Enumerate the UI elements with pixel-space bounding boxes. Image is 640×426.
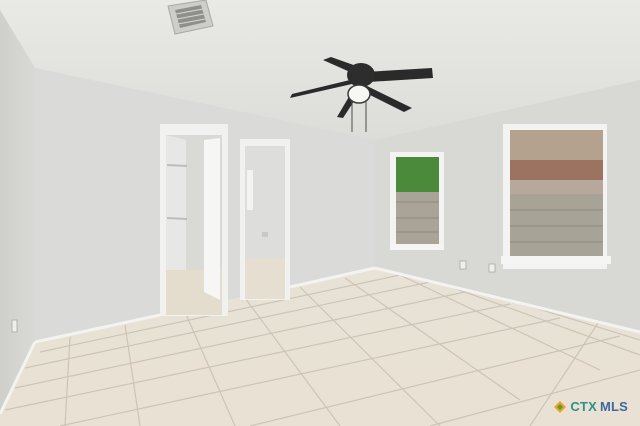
wall-outlet	[459, 260, 467, 270]
closet-doorway	[160, 124, 228, 316]
bedroom-photo: CTX MLS	[0, 0, 640, 426]
bathroom-doorway	[240, 139, 290, 300]
window-small	[390, 152, 444, 250]
room-illustration	[0, 0, 640, 426]
watermark-text-mls: MLS	[599, 399, 628, 414]
wall-outlet	[11, 319, 18, 333]
fan-light	[347, 84, 371, 104]
watermark-text-ctx: CTX	[570, 399, 597, 414]
fan-motor	[347, 63, 375, 87]
watermark: CTX MLS	[553, 399, 628, 414]
wall-outlet	[488, 263, 496, 273]
closet-door	[204, 138, 220, 300]
window-large	[501, 124, 611, 269]
ctxmls-logo-icon	[554, 400, 567, 413]
